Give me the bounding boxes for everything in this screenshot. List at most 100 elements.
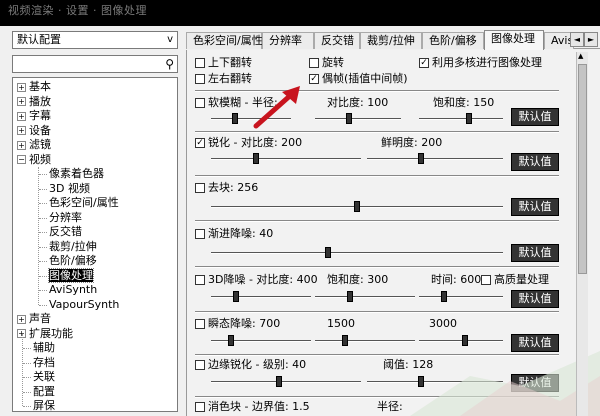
settings-tree[interactable]: + 基本 + 播放 + 字幕 + 设备 + 滤镜 − 视频 像素着色器 3D 视频 色彩空间/属性 分辨率 反交… [12,77,178,412]
transient-denoise-slider-2[interactable] [315,335,415,346]
transient-denoise-slider-1[interactable] [211,335,311,346]
tree-item[interactable]: 存档 [33,356,55,370]
checkbox[interactable] [195,58,205,68]
tab[interactable]: 反交错 [314,32,360,49]
chevron-down-icon[interactable]: v [167,33,173,47]
slider-knob[interactable] [418,153,425,164]
checkbox[interactable] [195,275,205,285]
sharpen-contrast-slider[interactable] [211,153,361,164]
search-icon[interactable]: ⚲ [165,57,174,71]
tree-item[interactable]: + 设备 [17,124,51,138]
slider-knob[interactable] [462,335,469,346]
soft-blur-saturation-slider[interactable] [419,113,503,124]
checkbox[interactable] [481,275,491,285]
slider-knob[interactable] [232,113,238,124]
checkbox[interactable] [309,58,319,68]
deblock-slider[interactable] [211,201,503,212]
denoise-3d-option[interactable]: 3D降噪 - 对比度: 400 [195,273,318,287]
checkbox[interactable] [195,98,205,108]
tree-item[interactable]: 裁剪/拉伸 [49,240,97,254]
multicore-option[interactable]: ✓ 利用多核进行图像处理 [419,56,542,70]
tree-item[interactable]: 反交错 [49,225,82,239]
slider-knob[interactable] [324,247,331,258]
checkbox-checked[interactable]: ✓ [309,74,319,84]
flip-horizontal-option[interactable]: 左右翻转 [195,72,252,86]
sharpen-option[interactable]: ✓ 锐化 - 对比度: 200 [195,136,302,150]
slider-knob[interactable] [275,376,282,387]
tab[interactable]: 裁剪/拉伸 [360,32,422,49]
slider-knob[interactable] [441,291,448,302]
expand-icon[interactable]: + [17,97,26,106]
expand-icon[interactable]: + [17,140,26,150]
odd-even-option[interactable]: ✓ 偶帧(插值中间帧) [309,72,408,86]
transient-denoise-option[interactable]: 瞬态降噪: 700 [195,317,280,331]
slider-knob[interactable] [228,335,234,346]
transient-denoise-slider-3[interactable] [419,335,503,346]
slider-knob[interactable] [342,335,348,346]
tree-item[interactable]: AviSynth [49,283,97,297]
tab[interactable]: 色彩空间/属性 [186,32,263,49]
checkbox[interactable] [195,402,205,412]
tree-item[interactable]: + 滤镜 [17,138,51,152]
expand-icon[interactable]: + [17,111,26,121]
expand-icon[interactable]: + [17,126,26,135]
slider-knob[interactable] [466,113,473,124]
edge-sharpen-level-slider[interactable] [211,376,361,387]
checkbox[interactable] [195,74,205,84]
tree-item[interactable]: 关联 [33,370,55,384]
scrollbar-thumb[interactable] [578,64,587,274]
slider-knob[interactable] [253,153,259,164]
checkbox[interactable] [195,319,205,329]
sharpen-default-button[interactable]: 默认值 [511,153,559,171]
denoise-3d-time-slider[interactable] [419,291,503,302]
tree-item[interactable]: 屏保 [33,399,55,411]
tree-item[interactable]: + 基本 [17,80,51,94]
soft-blur-default-button[interactable]: 默认值 [511,108,559,126]
tree-item[interactable]: − 视频 [17,153,51,167]
tab-scroll-left-icon[interactable]: ◄ [570,32,584,47]
tree-item[interactable]: + 播放 [17,95,51,109]
color-block-option[interactable]: 消色块 - 边界值: 1.5 [195,400,310,414]
scroll-up-icon[interactable]: ▲ [578,52,583,60]
slider-knob[interactable] [354,201,360,212]
tab-scroll-right-icon[interactable]: ► [584,32,598,47]
tree-item[interactable]: 配置 [33,385,55,399]
tree-item[interactable]: 色彩空间/属性 [49,196,119,210]
slider-knob[interactable] [233,291,239,302]
tree-item[interactable]: 像素着色器 [49,167,104,181]
collapse-icon[interactable]: − [17,155,26,164]
denoise-3d-hq-option[interactable]: 高质量处理 [481,273,549,287]
expand-icon[interactable]: + [17,82,26,92]
slider-knob[interactable] [346,113,353,124]
checkbox-checked[interactable]: ✓ [419,58,429,68]
tree-item[interactable]: 色阶/偏移 [49,254,97,268]
tab[interactable]: 色阶/偏移 [422,32,484,49]
deblock-default-button[interactable]: 默认值 [511,198,559,216]
rotate-option[interactable]: 旋转 [309,56,344,70]
expand-icon[interactable]: + [17,314,26,324]
tree-item[interactable]: 分辨率 [49,211,82,225]
profile-dropdown[interactable]: 默认配置 v [12,31,178,49]
search-input[interactable]: ⚲ [12,55,178,73]
tree-item[interactable]: 图像处理 [48,267,94,283]
checkbox[interactable] [195,183,205,193]
tree-item[interactable]: 3D 视频 [49,182,90,196]
checkbox-checked[interactable]: ✓ [195,138,205,148]
checkbox[interactable] [195,360,205,370]
slider-knob[interactable] [347,291,353,302]
tree-item[interactable]: + 字幕 [17,109,51,123]
content-scrollbar[interactable]: ▲ [576,52,588,416]
tree-item[interactable]: + 扩展功能 [17,327,73,341]
checkbox[interactable] [195,229,205,239]
gradual-denoise-slider[interactable] [211,247,503,258]
tab[interactable]: 分辨率 [262,32,314,49]
tree-item[interactable]: + 声音 [17,312,51,326]
tree-item[interactable]: 辅助 [33,341,55,355]
edge-sharpen-option[interactable]: 边缘锐化 - 级别: 40 [195,358,306,372]
soft-blur-contrast-slider[interactable] [315,113,401,124]
gradual-denoise-default-button[interactable]: 默认值 [511,244,559,262]
deblock-option[interactable]: 去块: 256 [195,181,258,195]
sharpen-brightness-slider[interactable] [367,153,503,164]
tree-item[interactable]: VapourSynth [49,298,119,312]
denoise-3d-default-button[interactable]: 默认值 [511,290,559,308]
